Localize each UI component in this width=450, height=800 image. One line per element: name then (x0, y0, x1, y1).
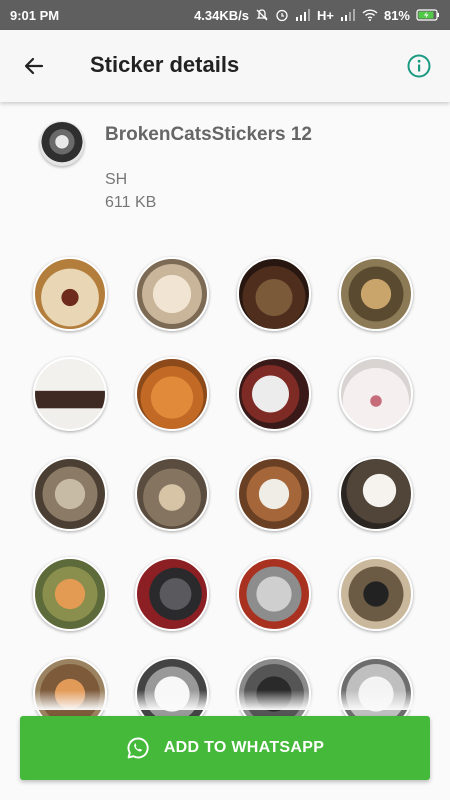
sticker-cat-8[interactable] (339, 357, 413, 431)
sticker-cat-15[interactable] (237, 557, 311, 631)
sticker-cat-13[interactable] (33, 557, 107, 631)
sticker-cat-6[interactable] (135, 357, 209, 431)
sticker-cat-3[interactable] (237, 257, 311, 331)
sticker-cat-9[interactable] (33, 457, 107, 531)
sticker-cat-2[interactable] (135, 257, 209, 331)
sticker-cat-7[interactable] (237, 357, 311, 431)
whatsapp-icon (126, 736, 150, 760)
sticker-cat-12[interactable] (339, 457, 413, 531)
sticker-cat-16[interactable] (339, 557, 413, 631)
sticker-cat-11[interactable] (237, 457, 311, 531)
sticker-cat-14[interactable] (135, 557, 209, 631)
scroll-fade (0, 690, 450, 710)
sticker-cat-1[interactable] (33, 257, 107, 331)
sticker-grid (0, 0, 450, 731)
sticker-cat-4[interactable] (339, 257, 413, 331)
sticker-cat-10[interactable] (135, 457, 209, 531)
add-to-whatsapp-button[interactable]: ADD TO WHATSAPP (20, 716, 430, 780)
add-button-label: ADD TO WHATSAPP (163, 739, 325, 756)
sticker-cat-5[interactable] (33, 357, 107, 431)
